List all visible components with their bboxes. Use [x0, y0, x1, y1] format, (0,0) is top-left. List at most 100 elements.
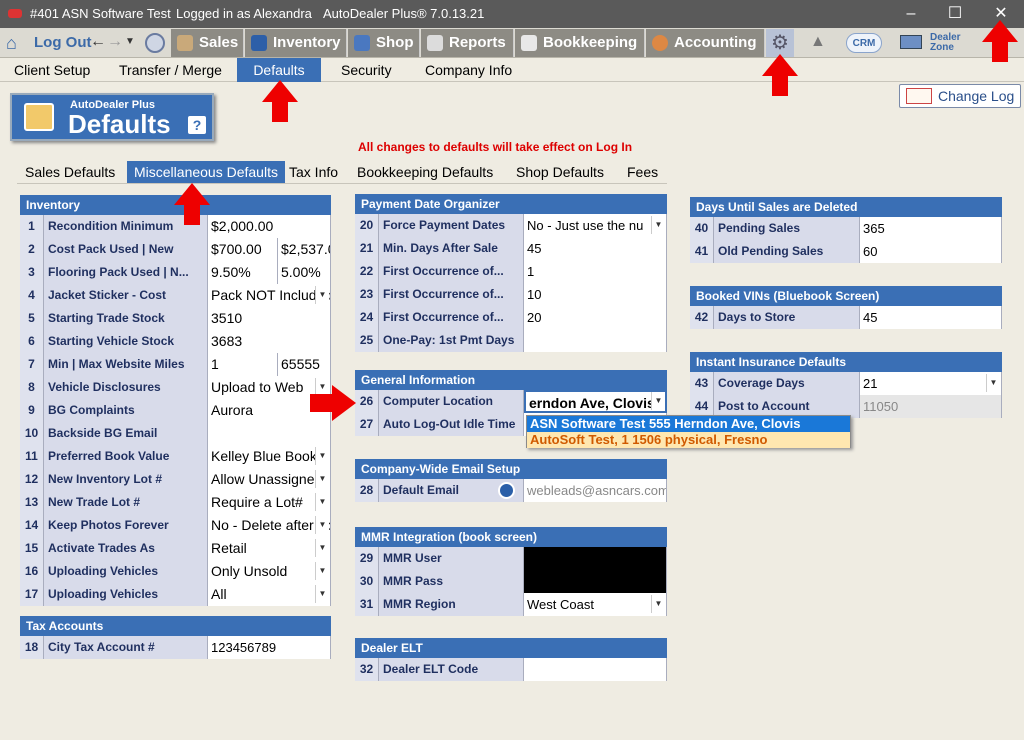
setting-row-43: 43 Coverage Days 21 ▼ [690, 372, 1002, 395]
subnav-company-info[interactable]: Company Info [417, 58, 520, 82]
setting-value-3[interactable]: 9.50% [208, 261, 278, 284]
nav-sales[interactable]: Sales [171, 29, 244, 57]
setting-value-21[interactable]: 45 [524, 237, 667, 260]
nav-accounting[interactable]: Accounting [646, 29, 765, 57]
tab-sales-defaults[interactable]: Sales Defaults [18, 161, 122, 183]
row-number: 42 [690, 306, 714, 329]
setting-value-43[interactable]: 21 [860, 372, 1002, 395]
setting-row-22: 22 First Occurrence of... 1 [355, 260, 667, 283]
setting-value-4[interactable]: Pack NOT Included [208, 284, 331, 307]
help-icon[interactable]: ? [188, 116, 206, 134]
setting-value-11[interactable]: Kelley Blue Book [208, 445, 331, 468]
chevron-down-icon[interactable]: ▼ [315, 539, 329, 557]
minimize-icon[interactable]: – [888, 0, 934, 28]
chevron-down-icon[interactable]: ▼ [315, 447, 329, 465]
setting-value-16[interactable]: Only Unsold [208, 560, 331, 583]
setting-value-7-b[interactable]: 65555 [278, 353, 331, 376]
subnav-security[interactable]: Security [333, 58, 400, 82]
dropdown-option-fresno[interactable]: AutoSoft Test, 1 1506 physical, Fresno [527, 432, 850, 448]
subnav-transfer-merge[interactable]: Transfer / Merge [111, 58, 230, 82]
tab-shop-defaults[interactable]: Shop Defaults [509, 161, 611, 183]
elt-title: Dealer ELT [355, 638, 667, 658]
tab-misc-defaults[interactable]: Miscellaneous Defaults [127, 161, 285, 183]
setting-value-7[interactable]: 1 [208, 353, 278, 376]
setting-value-1[interactable]: $2,000.00 [208, 215, 331, 238]
history-dropdown-icon[interactable]: ▼ [125, 36, 135, 47]
chevron-down-icon[interactable]: ▼ [651, 595, 665, 613]
tab-fees[interactable]: Fees [620, 161, 665, 183]
setting-row-11: 11 Preferred Book Value Kelley Blue Book ▼ [20, 445, 331, 468]
chevron-down-icon[interactable]: ▼ [986, 374, 1000, 392]
nav-bookkeeping[interactable]: Bookkeeping [515, 29, 645, 57]
setting-value-13[interactable]: Require a Lot# [208, 491, 331, 514]
logged-in-text: Logged in as Alexandra [176, 6, 312, 21]
chevron-down-icon[interactable]: ▼ [315, 470, 329, 488]
general-title: General Information [355, 370, 667, 390]
tax-accounts-title: Tax Accounts [20, 616, 331, 636]
setting-value-17[interactable]: All [208, 583, 331, 606]
setting-value-40[interactable]: 365 [860, 217, 1002, 240]
row-number: 9 [20, 399, 44, 422]
crm-icon[interactable]: CRM [846, 33, 882, 53]
setting-value-15[interactable]: Retail [208, 537, 331, 560]
bell-icon[interactable]: ▲ [810, 33, 826, 51]
gear-icon[interactable]: ⚙ [766, 29, 794, 57]
subnav-client-setup[interactable]: Client Setup [6, 58, 98, 82]
nav-inventory[interactable]: Inventory [245, 29, 347, 57]
setting-value-41[interactable]: 60 [860, 240, 1002, 263]
computer-location-dropdown-list[interactable]: ASN Software Test 555 Herndon Ave, Clovi… [526, 415, 851, 448]
chevron-down-icon[interactable]: ▼ [651, 216, 665, 234]
logout-link[interactable]: Log Out [34, 28, 91, 58]
subnav-defaults[interactable]: Defaults [237, 58, 321, 82]
user-avatar-icon[interactable] [145, 33, 165, 53]
setting-value-44[interactable]: 11050 [860, 395, 1002, 418]
setting-value-29[interactable] [524, 547, 667, 570]
setting-value-10[interactable] [208, 422, 331, 445]
maximize-icon[interactable]: ☐ [932, 0, 978, 28]
setting-value-18[interactable]: 123456789 [208, 636, 331, 659]
tab-tax-info[interactable]: Tax Info [282, 161, 345, 183]
setting-value-30[interactable] [524, 570, 667, 593]
home-icon[interactable]: ⌂ [6, 34, 26, 52]
setting-value-2[interactable]: $700.00 [208, 238, 278, 261]
setting-value-12[interactable]: Allow Unassigned [208, 468, 331, 491]
nav-reports[interactable]: Reports [421, 29, 514, 57]
setting-row-14: 14 Keep Photos Forever No - Delete after S… [20, 514, 331, 537]
chevron-down-icon[interactable]: ▼ [651, 392, 665, 410]
setting-value-28[interactable]: webleads@asncars.com [524, 479, 667, 502]
setting-value-22[interactable]: 1 [524, 260, 667, 283]
setting-value-32[interactable] [524, 658, 667, 681]
setting-row-29: 29 MMR User [355, 547, 667, 570]
row-number: 27 [355, 413, 379, 436]
chevron-down-icon[interactable]: ▼ [315, 286, 329, 304]
setting-value-20[interactable]: No - Just use the nu [524, 214, 667, 237]
mmr-title: MMR Integration (book screen) [355, 527, 667, 547]
setting-value-6[interactable]: 3683 [208, 330, 331, 353]
row-number: 7 [20, 353, 44, 376]
setting-value-2-b[interactable]: $2,537.00 [278, 238, 331, 261]
setting-value-3-b[interactable]: 5.00% [278, 261, 331, 284]
dropdown-option-clovis[interactable]: ASN Software Test 555 Herndon Ave, Clovi… [527, 416, 850, 432]
chevron-down-icon[interactable]: ▼ [315, 585, 329, 603]
tab-bookkeeping-defaults[interactable]: Bookkeeping Defaults [350, 161, 500, 183]
chevron-down-icon[interactable]: ▼ [315, 493, 329, 511]
nav-shop[interactable]: Shop [348, 29, 420, 57]
change-log-button[interactable]: Change Log [899, 84, 1021, 108]
reports-icon [427, 35, 443, 51]
chevron-down-icon[interactable]: ▼ [315, 516, 329, 534]
setting-value-31[interactable]: West Coast [524, 593, 667, 616]
setting-value-24[interactable]: 20 [524, 306, 667, 329]
setting-value-42[interactable]: 45 [860, 306, 1002, 329]
forward-arrow-icon[interactable]: → [107, 33, 123, 51]
back-arrow-icon[interactable]: ← [90, 33, 106, 51]
setting-value-14[interactable]: No - Delete after Sc [208, 514, 331, 537]
setting-value-5[interactable]: 3510 [208, 307, 331, 330]
chevron-down-icon[interactable]: ▼ [315, 562, 329, 580]
setting-value-23[interactable]: 10 [524, 283, 667, 306]
setting-label: One-Pay: 1st Pmt Days [379, 329, 524, 352]
link-icon[interactable] [498, 482, 515, 499]
setting-value-25[interactable] [524, 329, 667, 352]
dealer-zone-icon[interactable] [900, 35, 922, 49]
setting-label: First Occurrence of... [379, 306, 524, 329]
setting-value-26[interactable]: erndon Ave, Clovis [524, 390, 667, 413]
